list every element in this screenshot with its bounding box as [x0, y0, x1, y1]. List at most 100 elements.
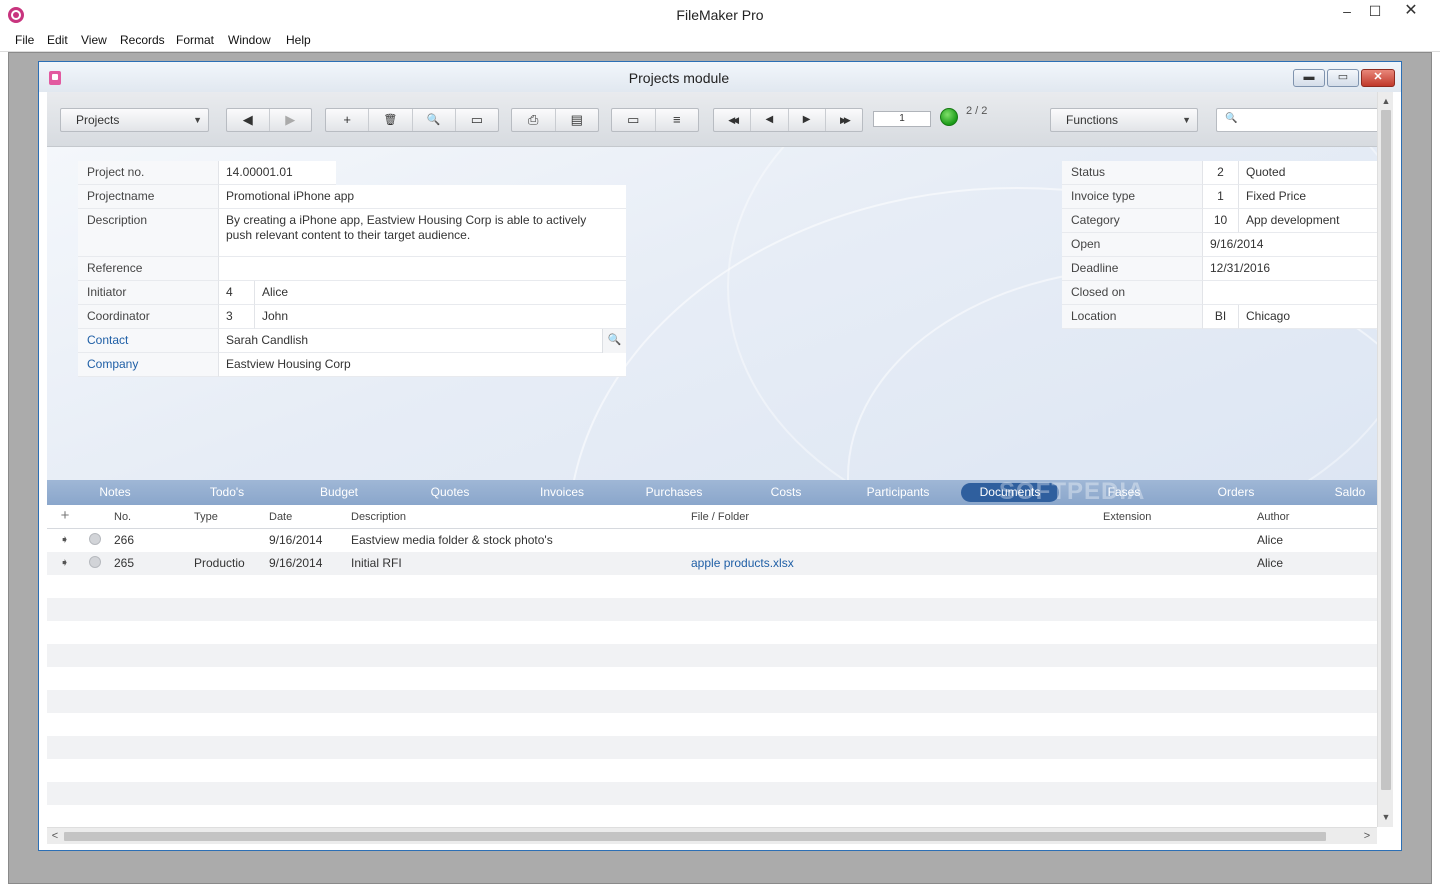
delete-icon[interactable]: 🗑: [369, 109, 413, 131]
column-header-date[interactable]: Date: [269, 511, 292, 523]
vertical-scroll-thumb[interactable]: [1381, 110, 1391, 790]
go-to-record-arrow-icon[interactable]: ➧: [60, 533, 69, 546]
initiator-value[interactable]: Alice: [254, 281, 626, 305]
contact-value[interactable]: Sarah Candlish: [218, 329, 602, 353]
tab-notes[interactable]: Notes: [76, 483, 154, 502]
tab-orders[interactable]: Orders: [1197, 483, 1275, 502]
menu-records[interactable]: Records: [120, 33, 165, 47]
menu-file[interactable]: File: [15, 33, 34, 47]
status-light-icon: [940, 108, 958, 126]
cell-file-link[interactable]: apple products.xlsx: [691, 556, 794, 570]
location-value[interactable]: Chicago: [1238, 305, 1377, 329]
new-record-button[interactable]: +: [326, 109, 370, 131]
description-value[interactable]: By creating a iPhone app, Eastview Housi…: [218, 209, 626, 257]
tab-saldo[interactable]: Saldo: [1315, 483, 1385, 502]
document-icon: [89, 556, 101, 568]
tab-invoices[interactable]: Invoices: [523, 483, 601, 502]
closed-on-value[interactable]: [1202, 281, 1377, 305]
previous-layout-button[interactable]: ◀: [227, 109, 270, 131]
menu-format[interactable]: Format: [176, 33, 214, 47]
documents-list: + No. Type Date Description File / Folde…: [47, 505, 1377, 807]
field-label: Open: [1062, 233, 1202, 257]
field-label: Invoice type: [1062, 185, 1202, 209]
column-header-file-folder[interactable]: File / Folder: [691, 511, 749, 523]
window-content: Projects ▼ ◀ ▶ + 🗑 🔍 ▭ ⎙ ▤ ▭ ≡ ◀◀ ◀ ▶ ▶▶…: [47, 92, 1393, 844]
add-document-button[interactable]: +: [53, 507, 77, 527]
column-header-no[interactable]: No.: [114, 511, 131, 523]
field-projectname: Projectname Promotional iPhone app: [78, 185, 626, 209]
table-row[interactable]: ➧ 266 9/16/2014 Eastview media folder & …: [47, 529, 1377, 552]
last-record-button[interactable]: ▶▶: [826, 109, 862, 131]
horizontal-scrollbar[interactable]: < >: [47, 827, 1377, 844]
tab-quotes[interactable]: Quotes: [411, 483, 489, 502]
contact-link[interactable]: Contact: [78, 329, 218, 353]
coordinator-code[interactable]: 3: [218, 305, 254, 329]
list-view-icon[interactable]: ≡: [656, 109, 699, 131]
invoice-type-code[interactable]: 1: [1202, 185, 1238, 209]
tab-todos[interactable]: Todo's: [188, 483, 266, 502]
project-no-value[interactable]: 14.00001.01: [218, 161, 336, 185]
initiator-code[interactable]: 4: [218, 281, 254, 305]
sort-icon[interactable]: ▭: [456, 109, 498, 131]
menu-bar: File Edit View Records Format Window Hel…: [0, 30, 1440, 52]
previous-record-button[interactable]: ◀: [751, 109, 789, 131]
menu-window[interactable]: Window: [228, 33, 271, 47]
company-value[interactable]: Eastview Housing Corp: [218, 353, 626, 377]
first-record-button[interactable]: ◀◀: [714, 109, 752, 131]
deadline-value[interactable]: 12/31/2016: [1202, 257, 1377, 281]
window-minimize-button[interactable]: ▬: [1293, 69, 1325, 87]
menu-help[interactable]: Help: [286, 33, 311, 47]
scroll-left-icon[interactable]: <: [47, 828, 63, 844]
window-restore-button[interactable]: ▭: [1327, 69, 1359, 87]
scroll-up-icon[interactable]: ▲: [1378, 94, 1394, 108]
field-label: Closed on: [1062, 281, 1202, 305]
column-header-description[interactable]: Description: [351, 511, 406, 523]
window-titlebar[interactable]: Projects module ▬ ▭ ✕: [39, 62, 1401, 92]
table-row[interactable]: ➧ 265 Productio 9/16/2014 Initial RFI ap…: [47, 552, 1377, 575]
tab-budget[interactable]: Budget: [300, 483, 378, 502]
category-code[interactable]: 10: [1202, 209, 1238, 233]
document-icon: [89, 533, 101, 545]
coordinator-value[interactable]: John: [254, 305, 626, 329]
maximize-button[interactable]: ☐: [1358, 0, 1392, 24]
close-button[interactable]: ✕: [1394, 0, 1428, 24]
go-to-record-arrow-icon[interactable]: ➧: [60, 556, 69, 569]
open-date-value[interactable]: 9/16/2014: [1202, 233, 1377, 257]
tab-purchases[interactable]: Purchases: [633, 483, 715, 502]
functions-dropdown[interactable]: Functions ▼: [1050, 108, 1198, 132]
record-count: 2 / 2: [966, 105, 988, 117]
column-header-extension[interactable]: Extension: [1103, 511, 1151, 523]
vertical-scrollbar[interactable]: ▲ ▼: [1377, 92, 1393, 827]
cell-date: 9/16/2014: [269, 533, 323, 547]
field-label: Project no.: [78, 161, 218, 185]
invoice-type-value[interactable]: Fixed Price: [1238, 185, 1377, 209]
search-input[interactable]: 🔍: [1216, 108, 1386, 132]
menu-view[interactable]: View: [81, 33, 107, 47]
form-view-icon[interactable]: ▭: [612, 109, 656, 131]
print-icon[interactable]: ⎙: [512, 109, 556, 131]
record-number-input[interactable]: 1: [873, 111, 931, 127]
category-value[interactable]: App development: [1238, 209, 1377, 233]
column-header-type[interactable]: Type: [194, 511, 218, 523]
tab-participants[interactable]: Participants: [855, 483, 941, 502]
location-code[interactable]: BI: [1202, 305, 1238, 329]
next-layout-button[interactable]: ▶: [270, 109, 312, 131]
horizontal-scroll-thumb[interactable]: [64, 832, 1326, 841]
next-record-button[interactable]: ▶: [789, 109, 826, 131]
tab-costs[interactable]: Costs: [747, 483, 825, 502]
find-icon[interactable]: 🔍: [413, 109, 456, 131]
status-value[interactable]: Quoted: [1238, 161, 1377, 185]
layout-dropdown[interactable]: Projects ▼: [60, 108, 209, 132]
scroll-down-icon[interactable]: ▼: [1378, 810, 1394, 824]
status-code[interactable]: 2: [1202, 161, 1238, 185]
scroll-right-icon[interactable]: >: [1359, 828, 1375, 844]
menu-edit[interactable]: Edit: [47, 33, 68, 47]
projectname-value[interactable]: Promotional iPhone app: [218, 185, 626, 209]
export-icon[interactable]: ▤: [556, 109, 599, 131]
field-label: Deadline: [1062, 257, 1202, 281]
reference-value[interactable]: [218, 257, 626, 281]
column-header-author[interactable]: Author: [1257, 511, 1289, 523]
search-icon[interactable]: 🔍: [602, 329, 626, 353]
window-close-button[interactable]: ✕: [1361, 69, 1395, 87]
company-link[interactable]: Company: [78, 353, 218, 377]
